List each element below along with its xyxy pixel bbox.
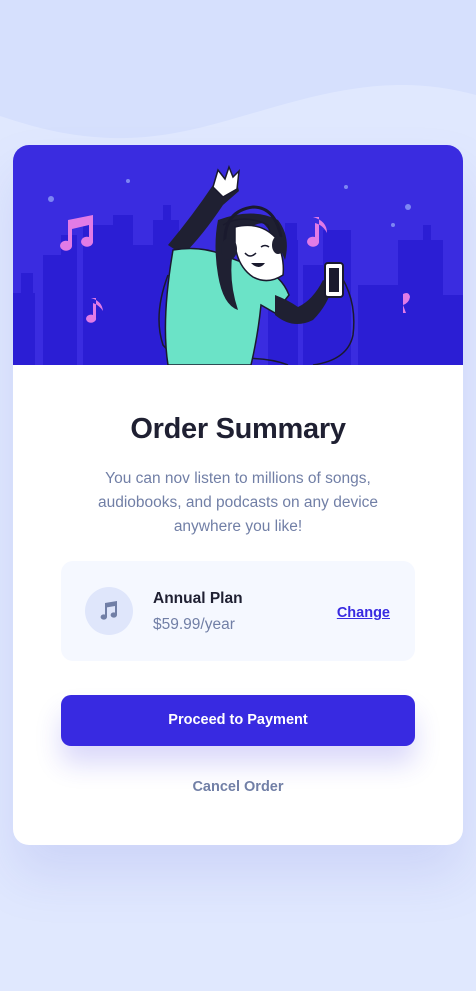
plan-price: $59.99/year [153,616,235,633]
summary-description: You can nov listen to millions of songs,… [97,470,379,535]
hero-illustration [13,145,463,365]
plan-summary: Annual Plan $59.99/year Change [61,561,415,661]
cancel-order-button[interactable]: Cancel Order [13,779,463,795]
order-summary-card: Order Summary You can nov listen to mill… [13,145,463,845]
page-title: Order Summary [130,413,346,445]
plan-name: Annual Plan [153,590,243,607]
change-plan-link[interactable]: Change [337,605,390,621]
proceed-to-payment-button[interactable]: Proceed to Payment [61,695,415,746]
music-note-icon [85,587,133,635]
